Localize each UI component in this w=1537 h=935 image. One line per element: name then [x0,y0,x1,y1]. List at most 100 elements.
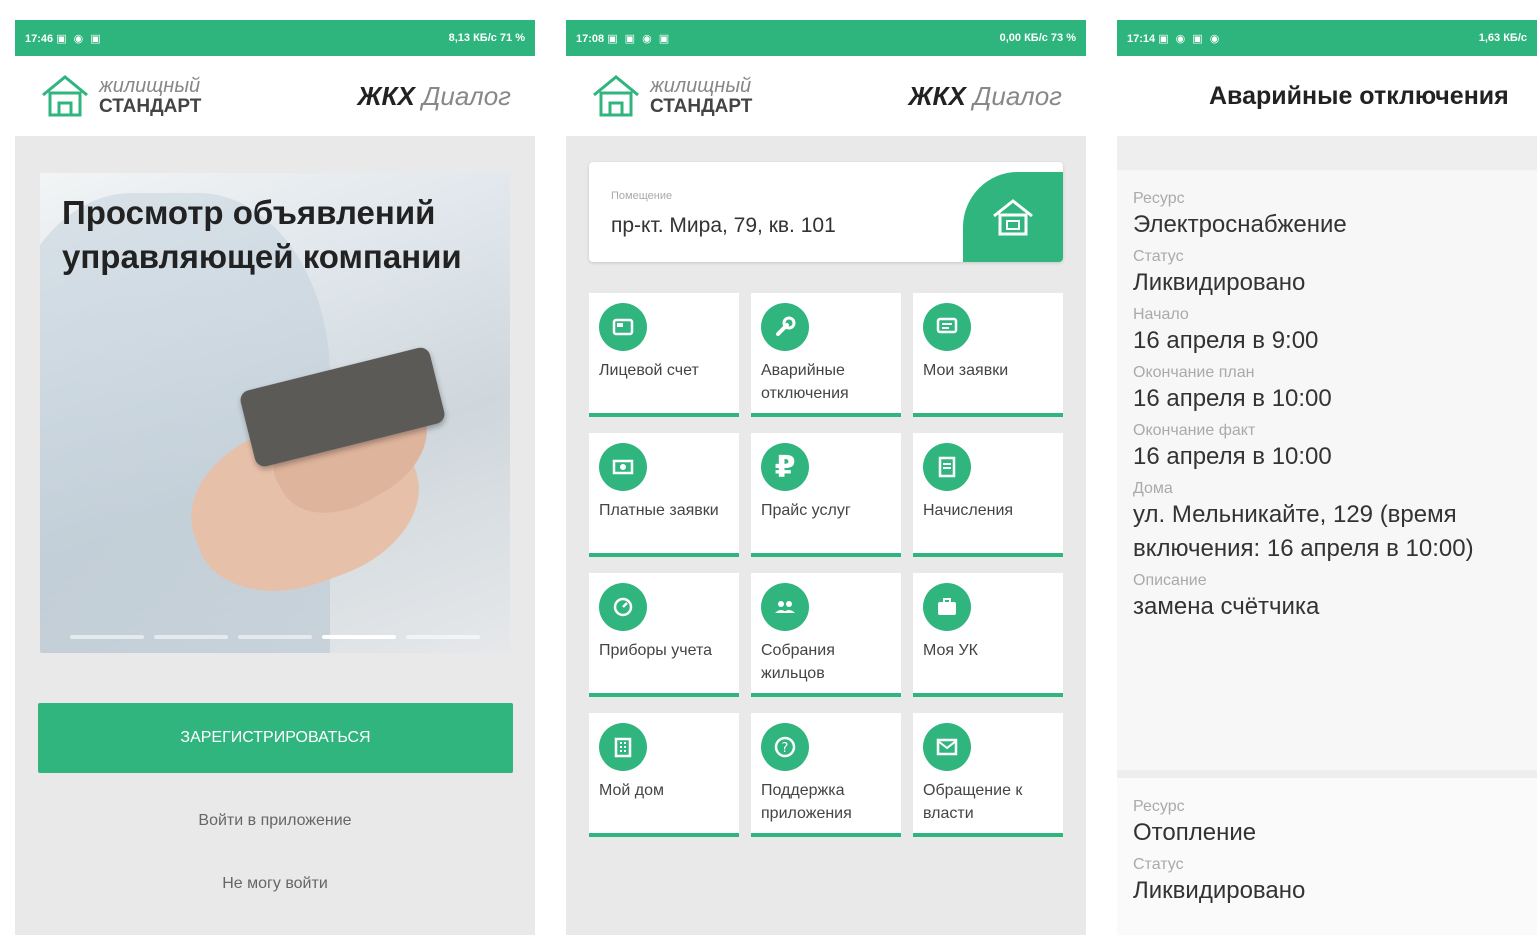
logo: жилищный СТАНДАРТ [590,73,752,119]
tile-my-requests[interactable]: Мои заявки [913,293,1063,417]
screen-header: Аварийные отключения [1117,56,1537,136]
wallet-icon [599,303,647,351]
status-time: 17:08 [576,32,605,45]
app-header: жилищный СТАНДАРТ ЖКХ Диалог [566,56,1086,136]
logo-line1: жилищный [650,74,752,97]
outages-screen: 17:14 ▣ ◉ ▣ ◉ 1,63 КБ/с Аварийные отключ… [1117,20,1537,935]
field-label: Статус [1133,856,1184,873]
field-label: Ресурс [1133,190,1185,207]
building-icon [599,723,647,771]
status-bar: 17:14 ▣ ◉ ▣ ◉ 1,63 КБ/с [1117,20,1537,56]
tile-residents-meetings[interactable]: Собрания жильцов [751,573,901,697]
notification-icons: ▣ ▣ ◉ ▣ [607,32,672,45]
tile-label: Поддержка приложения [761,782,852,822]
tile-my-management-company[interactable]: Моя УК [913,573,1063,697]
status-right: 0,00 КБ/с 73 % [999,32,1076,44]
carousel-pager[interactable] [70,635,480,639]
login-link[interactable]: Войти в приложение [15,812,535,830]
field-value: 16 апреля в 10:00 [1133,385,1332,412]
people-icon [761,583,809,631]
pager-dot[interactable] [70,635,144,639]
pager-dot[interactable] [406,635,480,639]
tile-personal-account[interactable]: Лицевой счет [589,293,739,417]
app-name-light: Диалог [973,80,1062,111]
tile-paid-requests[interactable]: Платные заявки [589,433,739,557]
meter-icon [599,583,647,631]
notification-icons: ▣ ◉ ▣ ◉ [1158,32,1222,45]
field-value: 16 апреля в 9:00 [1133,327,1319,354]
status-bar: 17:08 ▣ ▣ ◉ ▣ 0,00 КБ/с 73 % [566,20,1086,56]
welcome-screen: 17:46 ▣ ◉ ▣ 8,13 КБ/с 71 % жилищный СТАН… [15,20,535,935]
pager-dot-active[interactable] [322,635,396,639]
tile-label: Прайс услуг [761,502,851,519]
address-card[interactable]: Помещение пр-кт. Мира, 79, кв. 101 [589,162,1063,262]
tile-label: Моя УК [923,642,978,659]
field-label: Дома [1133,480,1173,497]
cant-login-link[interactable]: Не могу войти [15,875,535,893]
house-logo-icon [593,75,639,117]
notification-icons: ▣ ◉ ▣ [56,32,103,45]
app-name-bold: ЖКХ [908,80,966,111]
field-label: Описание [1133,572,1207,589]
address-value: пр-кт. Мира, 79, кв. 101 [611,214,836,237]
status-time: 17:46 [25,32,54,45]
briefcase-icon [923,583,971,631]
pager-dot[interactable] [238,635,312,639]
money-icon [599,443,647,491]
ruble-icon: ₽ [761,443,809,491]
logo-line2: СТАНДАРТ [99,95,202,117]
tile-label: Мои заявки [923,362,1009,379]
field-label: Окончание факт [1133,422,1256,439]
tile-label: Мой дом [599,782,665,799]
tile-my-house[interactable]: Мой дом [589,713,739,837]
status-right: 8,13 КБ/с 71 % [448,32,525,44]
tile-appeal-to-authorities[interactable]: Обращение к власти [913,713,1063,837]
field-label: Статус [1133,248,1184,265]
tile-label: Платные заявки [599,502,719,519]
field-value: Электроснабжение [1133,211,1347,238]
receipt-icon [923,443,971,491]
tile-label: Приборы учета [599,642,712,659]
tile-price-list[interactable]: ₽ Прайс услуг [751,433,901,557]
house-logo-icon [42,75,88,117]
logo: жилищный СТАНДАРТ [39,73,201,119]
app-name-bold: ЖКХ [357,80,415,111]
field-label: Окончание план [1133,364,1255,381]
field-value: Ликвидировано [1133,877,1306,904]
tile-meters[interactable]: Приборы учета [589,573,739,697]
app-name: ЖКХ Диалог [908,81,1062,112]
page-title: Аварийные отключения [1209,81,1509,110]
tile-emergency-outages[interactable]: Аварийные отключения [751,293,901,417]
status-time: 17:14 [1127,32,1156,45]
tile-label: Начисления [923,502,1014,519]
field-value: Отопление [1133,819,1257,846]
dashboard-screen: 17:08 ▣ ▣ ◉ ▣ 0,00 КБ/с 73 % жилищный СТ… [566,20,1086,935]
home-button[interactable] [963,172,1063,262]
app-name-light: Диалог [422,80,511,111]
field-value: замена счётчика [1133,593,1320,620]
status-right: 1,63 КБ/с [1478,32,1527,44]
app-header: жилищный СТАНДАРТ ЖКХ Диалог [15,56,535,136]
logo-line2: СТАНДАРТ [650,95,753,117]
wrench-icon [761,303,809,351]
register-button[interactable]: ЗАРЕГИСТРИРОВАТЬСЯ [38,703,513,773]
field-value: ул. Мельникайте, 129 (время включения: 1… [1133,501,1474,562]
outage-card[interactable]: Ресурс Электроснабжение Статус Ликвидиро… [1117,170,1537,770]
tile-label: Аварийные отключения [761,362,849,402]
field-label: Начало [1133,306,1189,323]
house-icon [993,199,1033,236]
field-label: Ресурс [1133,798,1185,815]
outage-card[interactable]: Ресурс Отопление Статус Ликвидировано [1117,778,1537,935]
promo-banner[interactable]: Просмотр объявлений управляющей компании [40,173,510,653]
status-bar: 17:46 ▣ ◉ ▣ 8,13 КБ/с 71 % [15,20,535,56]
menu-grid: Лицевой счет Аварийные отключения Мои за… [589,293,1063,837]
svg-text:?: ? [782,741,789,756]
app-name: ЖКХ Диалог [357,81,511,112]
tile-label: Собрания жильцов [761,642,835,682]
tile-charges[interactable]: Начисления [913,433,1063,557]
tile-app-support[interactable]: ? Поддержка приложения [751,713,901,837]
field-value: 16 апреля в 10:00 [1133,443,1332,470]
banner-title: Просмотр объявлений управляющей компании [62,194,462,275]
pager-dot[interactable] [154,635,228,639]
field-value: Ликвидировано [1133,269,1306,296]
